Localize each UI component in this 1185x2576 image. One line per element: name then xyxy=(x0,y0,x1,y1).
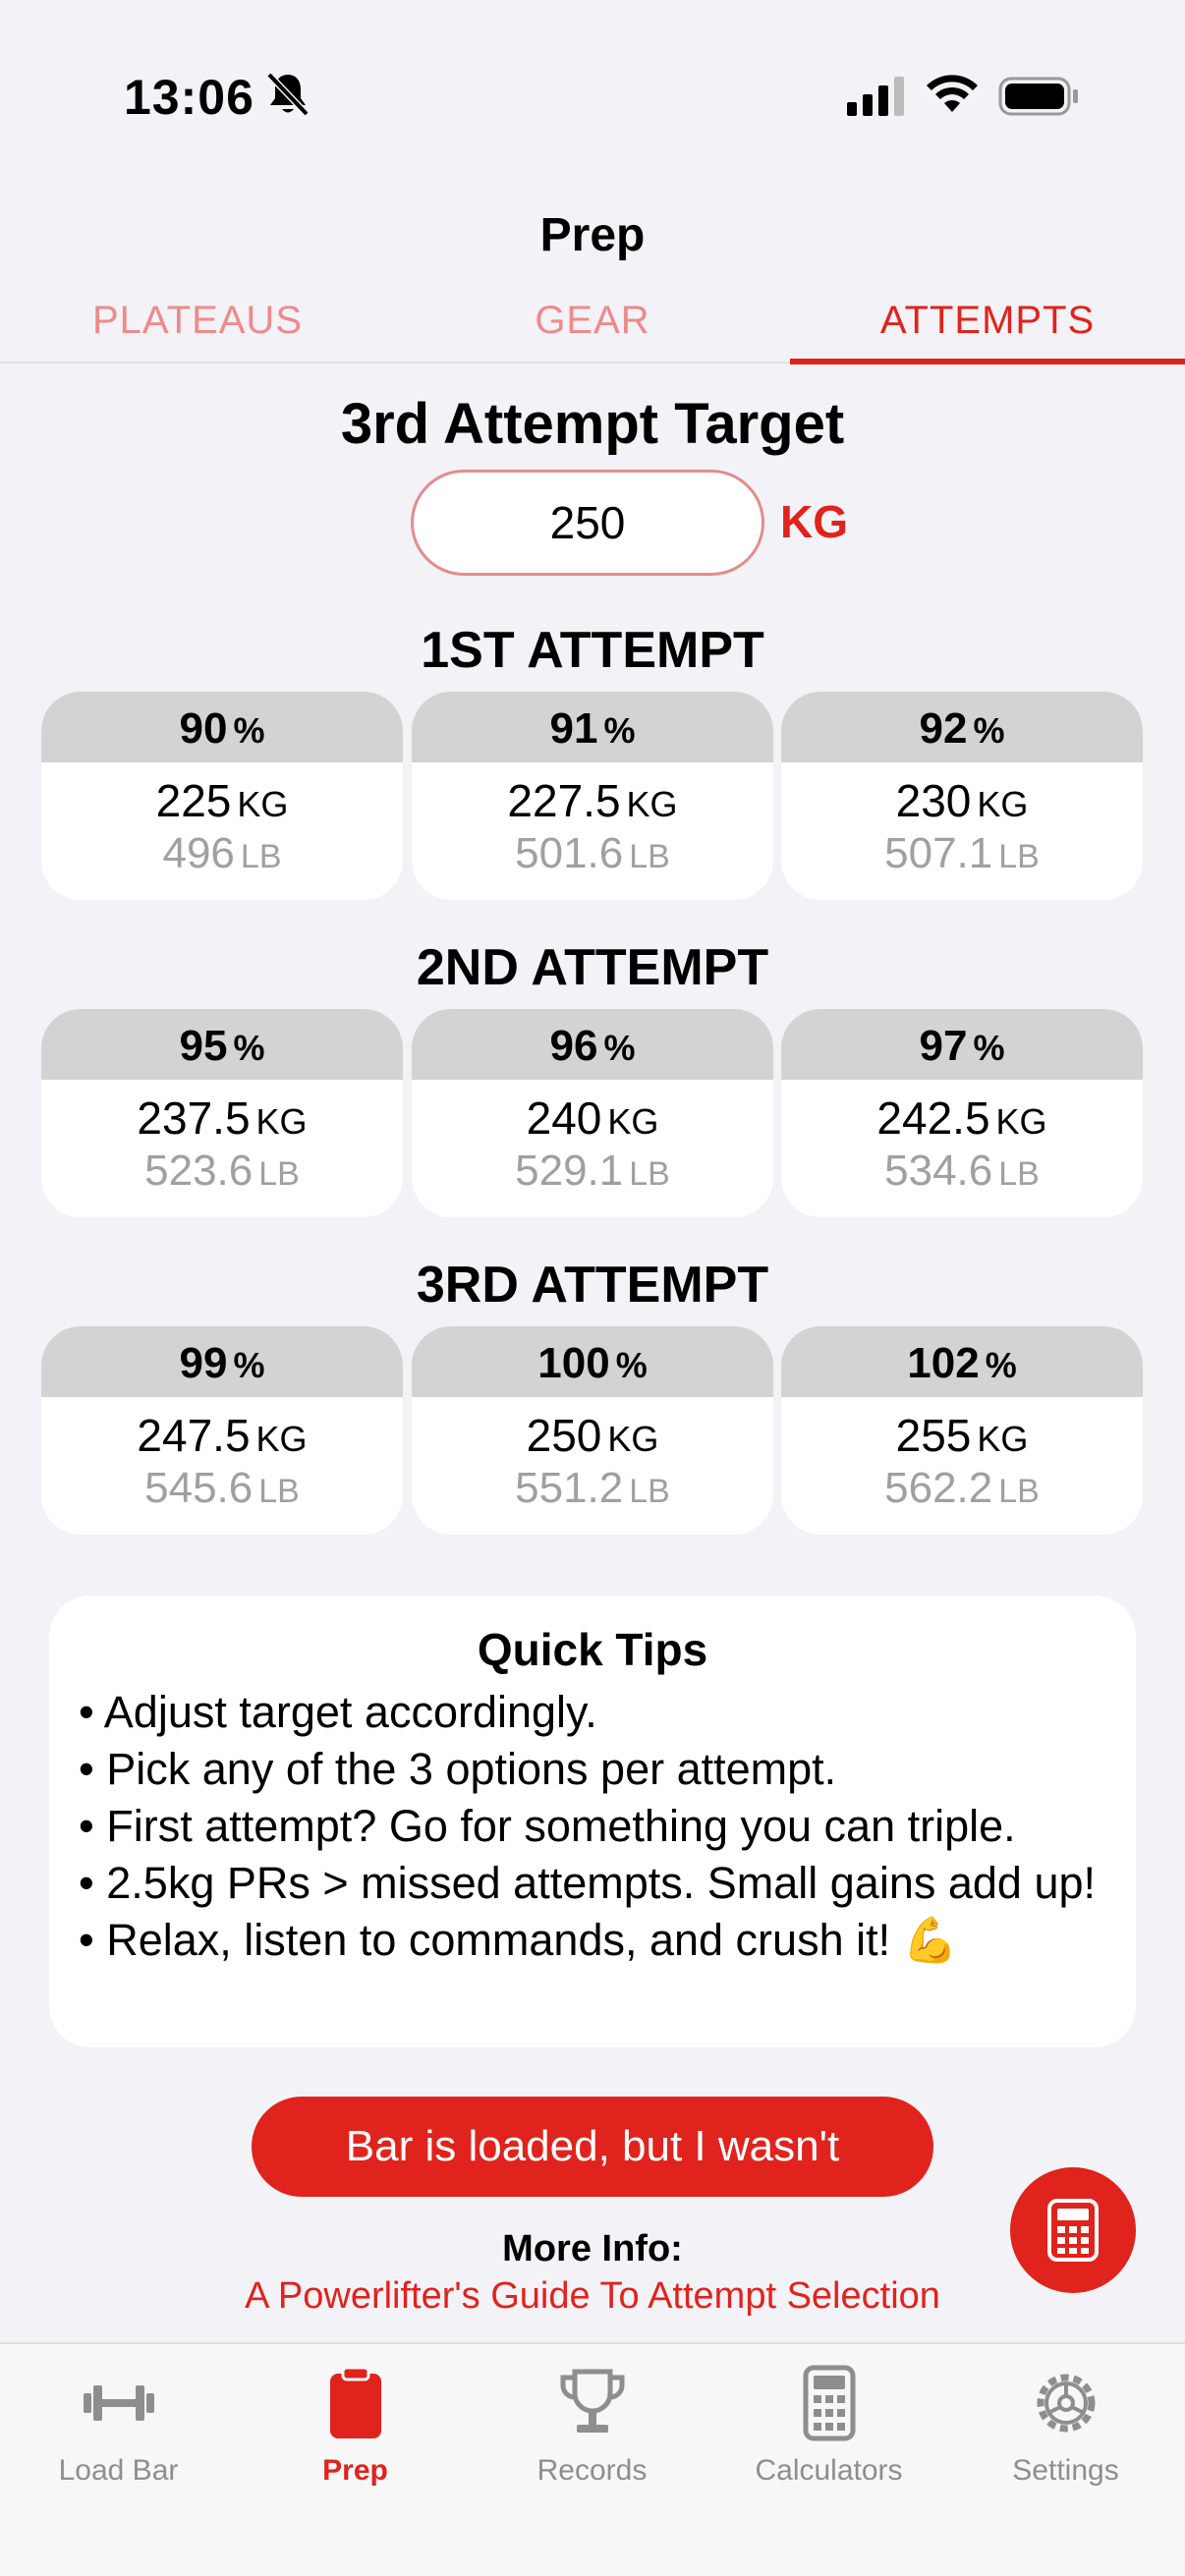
card-kg: 250 KG xyxy=(526,1410,659,1461)
card-percent: 90% xyxy=(41,692,403,762)
card-percent: 102% xyxy=(781,1326,1143,1397)
clipboard-icon xyxy=(329,2366,381,2438)
tabbar-item-load-bar[interactable]: Load Bar xyxy=(0,2364,237,2488)
card-kg: 237.5 KG xyxy=(137,1092,308,1144)
card-kg: 247.5 KG xyxy=(137,1410,308,1461)
attempt-option-card[interactable]: 91% 227.5 KG 501.6 LB xyxy=(412,692,773,900)
tab-plateaus[interactable]: PLATEAUS xyxy=(0,299,395,343)
card-kg: 225 KG xyxy=(155,775,289,826)
card-lb: 534.6 LB xyxy=(884,1147,1040,1195)
attempt-option-card[interactable]: 102% 255 KG 562.2 LB xyxy=(781,1326,1143,1535)
gear-icon xyxy=(1037,2374,1095,2433)
card-lb: 562.2 LB xyxy=(884,1464,1040,1512)
status-bar: 13:06 xyxy=(0,0,1185,196)
attempt-option-card[interactable]: 90% 225 KG 496 LB xyxy=(41,692,403,900)
trophy-icon xyxy=(560,2369,624,2433)
tabbar-item-prep[interactable]: Prep xyxy=(237,2364,474,2488)
card-lb: 545.6 LB xyxy=(144,1464,300,1512)
battery-icon xyxy=(998,77,1078,116)
more-info-label: More Info: xyxy=(502,2228,683,2269)
guide-link[interactable]: A Powerlifter's Guide To Attempt Selecti… xyxy=(0,2275,1185,2318)
card-lb: 496 LB xyxy=(162,829,282,877)
card-percent: 96% xyxy=(412,1009,773,1080)
card-kg: 240 KG xyxy=(526,1092,659,1144)
tip-item: • Pick any of the 3 options per attempt. xyxy=(79,1744,837,1794)
attempt-option-card[interactable]: 97% 242.5 KG 534.6 LB xyxy=(781,1009,1143,1217)
tip-item: • Relax, listen to commands, and crush i… xyxy=(79,1915,958,1965)
bottom-tab-bar: Load Bar Prep Records Calculators Settin… xyxy=(0,2342,1185,2576)
card-percent: 99% xyxy=(41,1326,403,1397)
calculator-icon xyxy=(803,2365,855,2441)
card-lb: 529.1 LB xyxy=(515,1147,670,1195)
card-lb: 501.6 LB xyxy=(515,829,670,877)
silent-bell-icon xyxy=(266,72,310,117)
card-percent: 92% xyxy=(781,692,1143,762)
tab-gear[interactable]: GEAR xyxy=(395,299,790,343)
cellular-signal-icon xyxy=(847,77,904,116)
attempt-option-card[interactable]: 96% 240 KG 529.1 LB xyxy=(412,1009,773,1217)
attempt-heading: 3RD ATTEMPT xyxy=(416,1257,769,1314)
attempt-option-card[interactable]: 95% 237.5 KG 523.6 LB xyxy=(41,1009,403,1217)
card-lb: 523.6 LB xyxy=(144,1147,300,1195)
target-weight-input[interactable] xyxy=(411,470,764,576)
card-percent: 100% xyxy=(412,1326,773,1397)
tip-item: • First attempt? Go for something you ca… xyxy=(79,1801,1016,1851)
card-percent: 95% xyxy=(41,1009,403,1080)
status-time: 13:06 xyxy=(124,70,254,125)
tip-item: • Adjust target accordingly. xyxy=(79,1687,597,1737)
tabbar-item-calculators[interactable]: Calculators xyxy=(710,2364,947,2488)
page-title: Prep xyxy=(539,209,646,261)
attempt-option-card[interactable]: 99% 247.5 KG 545.6 LB xyxy=(41,1326,403,1535)
wifi-icon xyxy=(927,75,978,112)
attempt-option-card[interactable]: 92% 230 KG 507.1 LB xyxy=(781,692,1143,900)
card-percent: 97% xyxy=(781,1009,1143,1080)
bar-loaded-button[interactable]: Bar is loaded, but I wasn't xyxy=(252,2097,933,2197)
attempt-heading: 2ND ATTEMPT xyxy=(416,939,769,996)
card-lb: 551.2 LB xyxy=(515,1464,670,1512)
attempt-option-card[interactable]: 100% 250 KG 551.2 LB xyxy=(412,1326,773,1535)
tabbar-item-records[interactable]: Records xyxy=(474,2364,710,2488)
card-kg: 255 KG xyxy=(895,1410,1029,1461)
attempt-heading: 1ST ATTEMPT xyxy=(421,622,764,679)
quick-tips-title: Quick Tips xyxy=(477,1624,708,1675)
barbell-icon xyxy=(83,2385,154,2421)
card-kg: 242.5 KG xyxy=(876,1092,1047,1144)
tab-attempts[interactable]: ATTEMPTS xyxy=(790,299,1185,343)
target-unit-label: KG xyxy=(780,496,848,547)
card-kg: 230 KG xyxy=(895,775,1029,826)
tabbar-item-settings[interactable]: Settings xyxy=(947,2364,1184,2488)
card-percent: 91% xyxy=(412,692,773,762)
target-title: 3rd Attempt Target xyxy=(340,392,845,456)
card-kg: 227.5 KG xyxy=(507,775,678,826)
tip-item: • 2.5kg PRs > missed attempts. Small gai… xyxy=(79,1858,1096,1908)
segment-tabs: PLATEAUS GEAR ATTEMPTS xyxy=(0,291,1185,364)
quick-tips-card: Quick Tips • Adjust target accordingly. … xyxy=(49,1596,1136,2047)
active-tab-indicator xyxy=(790,359,1185,364)
card-lb: 507.1 LB xyxy=(884,829,1040,877)
